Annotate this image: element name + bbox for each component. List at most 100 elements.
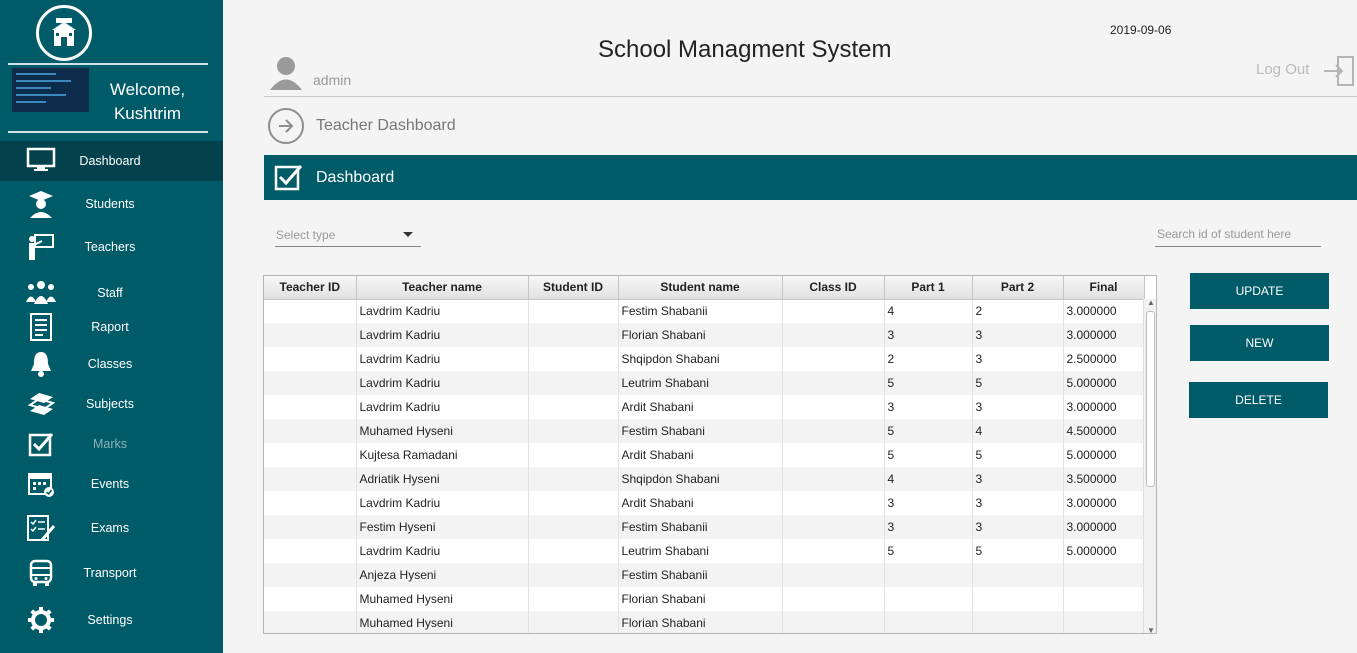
column-header[interactable]: Part 1 xyxy=(884,276,973,300)
table-cell: 5 xyxy=(884,539,973,563)
user-name: admin xyxy=(313,72,352,88)
sidebar-item-label: Subjects xyxy=(86,397,134,411)
table-cell: 5.000000 xyxy=(1063,371,1145,395)
table-cell: Muhamed Hyseni xyxy=(356,587,529,611)
teacher-board-icon xyxy=(24,232,58,262)
scroll-down-icon[interactable]: ▼ xyxy=(1147,626,1155,633)
table-cell: 3 xyxy=(972,323,1064,347)
scroll-up-icon[interactable]: ▲ xyxy=(1147,298,1155,307)
sidebar-item-events[interactable]: Events xyxy=(0,465,223,505)
exam-icon xyxy=(24,513,58,543)
table-cell: 2 xyxy=(884,347,973,371)
chevron-down-icon xyxy=(403,232,413,237)
table-cell xyxy=(528,587,619,611)
update-button[interactable]: UPDATE xyxy=(1190,273,1329,309)
table-cell xyxy=(972,563,1064,587)
sidebar-item-settings[interactable]: Settings xyxy=(0,601,223,641)
sidebar-item-students[interactable]: Students xyxy=(0,185,223,225)
table-cell: 5.000000 xyxy=(1063,443,1145,467)
table-cell xyxy=(264,587,357,611)
table-cell: Kujtesa Ramadani xyxy=(356,443,529,467)
avatar xyxy=(12,68,89,112)
school-logo-icon xyxy=(36,5,92,61)
logout-link[interactable]: Log Out xyxy=(1256,61,1309,78)
table-cell xyxy=(782,587,885,611)
table-cell: 5 xyxy=(972,371,1064,395)
table-cell: 3.000000 xyxy=(1063,299,1145,323)
sidebar-item-dashboard[interactable]: Dashboard xyxy=(0,141,223,181)
scroll-thumb[interactable] xyxy=(1146,311,1155,487)
bus-icon xyxy=(24,558,58,588)
table-row[interactable]: Lavdrim Kadriu Leutrim Shabani 5 5 5.000000 xyxy=(264,371,1145,395)
new-button[interactable]: NEW xyxy=(1190,325,1329,361)
section-header: Dashboard xyxy=(264,155,1357,200)
table-cell: 3.000000 xyxy=(1063,395,1145,419)
table-header: Teacher ID Teacher name Student ID Student … xyxy=(264,276,1145,300)
table-row[interactable]: Lavdrim Kadriu Ardit Shabani 3 3 3.000000 xyxy=(264,395,1145,419)
table-cell xyxy=(782,563,885,587)
monitor-icon xyxy=(24,145,58,175)
table-row[interactable]: Festim Hyseni Festim Shabanii 3 3 3.000000 xyxy=(264,515,1145,539)
table-cell: Leutrim Shabani xyxy=(618,371,783,395)
table-row[interactable]: Kujtesa Ramadani Ardit Shabani 5 5 5.000000 xyxy=(264,443,1145,467)
type-select-placeholder: Select type xyxy=(276,228,336,242)
checkbox-icon xyxy=(274,162,304,197)
table-row[interactable]: Lavdrim Kadriu Shqipdon Shabani 2 3 2.500000 xyxy=(264,347,1145,371)
table-cell xyxy=(1063,587,1145,611)
table-cell xyxy=(782,491,885,515)
table-row[interactable]: Muhamed Hyseni Florian Shabani xyxy=(264,587,1145,611)
column-header[interactable]: Student ID xyxy=(528,276,619,300)
table-cell: 4 xyxy=(972,419,1064,443)
sidebar-item-raport[interactable]: Raport xyxy=(0,308,223,348)
sidebar-item-label: Students xyxy=(85,197,135,211)
table-cell: 5 xyxy=(884,443,973,467)
table-cell: Lavdrim Kadriu xyxy=(356,395,529,419)
sidebar-item-transport[interactable]: Transport xyxy=(0,554,223,594)
table-row[interactable]: Muhamed Hyseni Florian Shabani xyxy=(264,611,1145,633)
table-cell: 3.500000 xyxy=(1063,467,1145,491)
table-cell: 3.000000 xyxy=(1063,323,1145,347)
table-cell: Leutrim Shabani xyxy=(618,539,783,563)
sidebar-item-teachers[interactable]: Teachers xyxy=(0,228,223,268)
table-cell xyxy=(264,347,357,371)
table-cell xyxy=(264,611,357,633)
table-cell xyxy=(884,563,973,587)
column-header[interactable]: Teacher ID xyxy=(264,276,357,300)
column-header[interactable]: Part 2 xyxy=(972,276,1064,300)
sidebar-item-subjects[interactable]: Subjects xyxy=(0,385,223,425)
column-header[interactable]: Class ID xyxy=(782,276,885,300)
table-cell: 4.500000 xyxy=(1063,419,1145,443)
table-row[interactable]: Adriatik Hyseni Shqipdon Shabani 4 3 3.50000… xyxy=(264,467,1145,491)
column-header[interactable]: Student name xyxy=(618,276,783,300)
table-row[interactable]: Lavdrim Kadriu Leutrim Shabani 5 5 5.000000 xyxy=(264,539,1145,563)
table-cell xyxy=(782,443,885,467)
table-cell xyxy=(528,467,619,491)
table-cell xyxy=(884,611,973,633)
table-cell: 3 xyxy=(972,347,1064,371)
type-select[interactable]: Select type xyxy=(275,222,421,247)
table-cell xyxy=(264,443,357,467)
table-cell xyxy=(782,371,885,395)
table-cell xyxy=(528,347,619,371)
table-row[interactable]: Lavdrim Kadriu Florian Shabani 3 3 3.000000 xyxy=(264,323,1145,347)
logout-icon[interactable] xyxy=(1322,54,1356,93)
welcome-message: Welcome, Kushtrim xyxy=(100,78,195,126)
table-row[interactable]: Lavdrim Kadriu Ardit Shabani 3 3 3.000000 xyxy=(264,491,1145,515)
search-input[interactable] xyxy=(1155,222,1321,247)
column-header[interactable]: Teacher name xyxy=(356,276,529,300)
table-cell xyxy=(782,467,885,491)
table-row[interactable]: Lavdrim Kadriu Festim Shabanii 4 2 3.000000 xyxy=(264,299,1145,323)
vertical-scrollbar[interactable]: ▲ ▼ xyxy=(1143,298,1156,633)
sidebar-item-label: Teachers xyxy=(84,240,136,254)
sidebar-item-exams[interactable]: Exams xyxy=(0,509,223,549)
sidebar-item-marks[interactable]: Marks xyxy=(0,425,223,465)
table-row[interactable]: Muhamed Hyseni Festim Shabani 5 4 4.500000 xyxy=(264,419,1145,443)
sidebar-item-classes[interactable]: Classes xyxy=(0,345,223,385)
sidebar-item-label: Settings xyxy=(87,613,133,627)
table-cell: Festim Shabani xyxy=(618,419,783,443)
table-cell xyxy=(264,395,357,419)
table-row[interactable]: Anjeza Hyseni Festim Shabanii xyxy=(264,563,1145,587)
delete-button[interactable]: DELETE xyxy=(1189,382,1328,418)
column-header[interactable]: Final xyxy=(1063,276,1145,300)
table-cell xyxy=(264,371,357,395)
